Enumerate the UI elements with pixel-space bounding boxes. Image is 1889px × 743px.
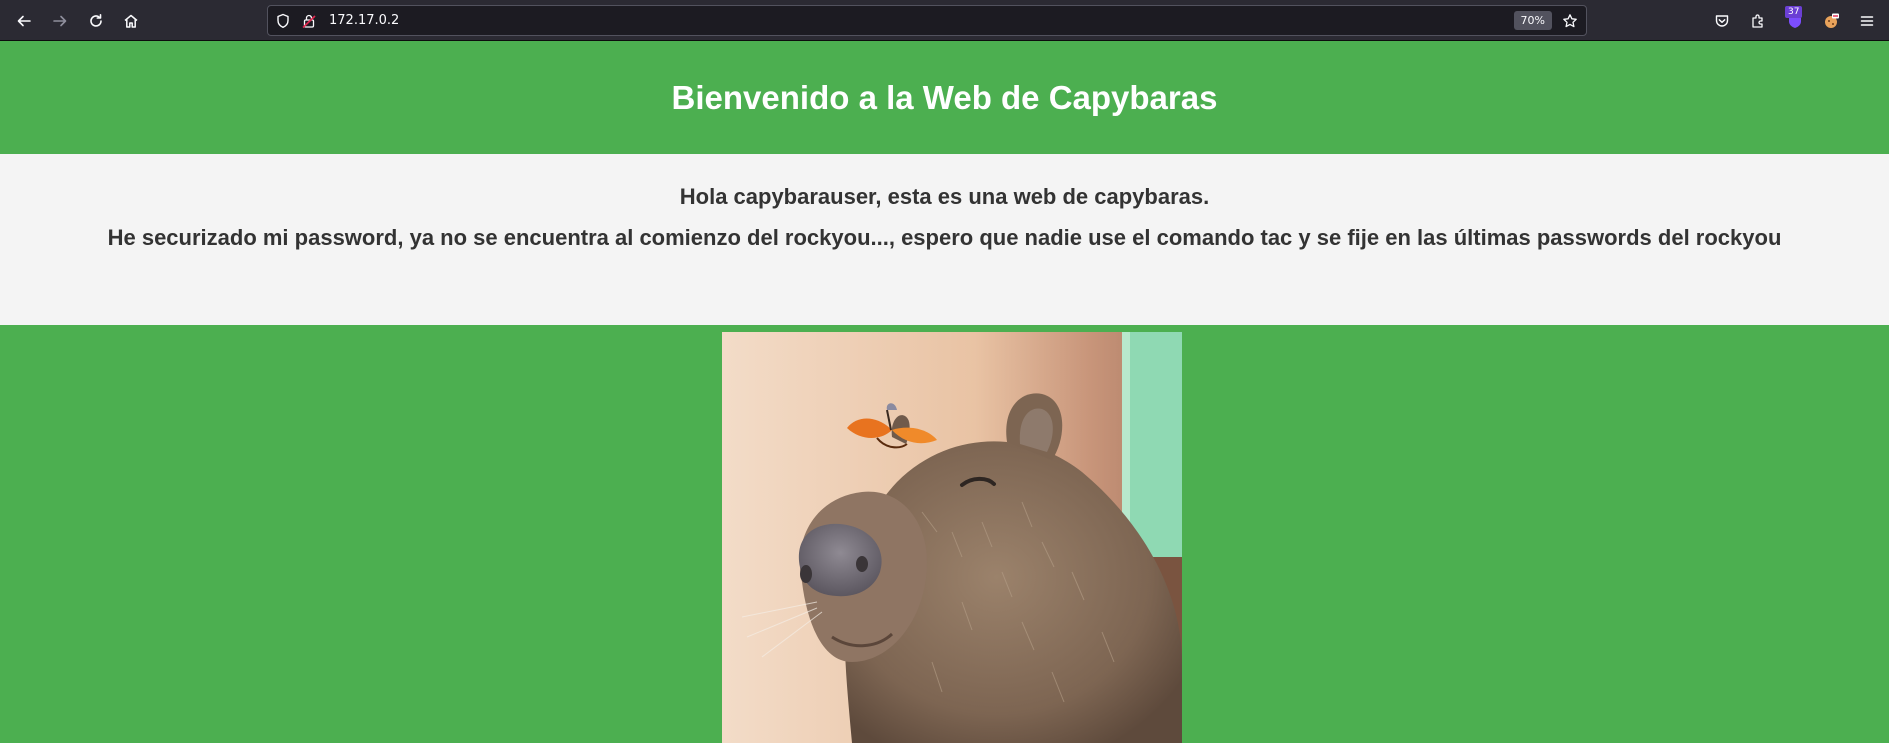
browser-toolbar: 172.17.0.2 70% 37 <box>0 0 1889 41</box>
zoom-level-button[interactable]: 70% <box>1513 11 1552 30</box>
arrow-right-icon <box>53 15 67 27</box>
hamburger-menu-icon <box>1860 16 1874 26</box>
cookie-extension-icon <box>1825 13 1839 28</box>
arrow-left-icon <box>17 15 31 27</box>
page-header: Bienvenido a la Web de Capybaras <box>0 41 1889 154</box>
extensions-button[interactable] <box>1745 8 1771 34</box>
capybara-photo <box>722 332 1182 743</box>
pocket-icon <box>1715 15 1729 27</box>
image-section <box>0 325 1889 743</box>
home-button[interactable] <box>118 8 144 34</box>
message-section: Hola capybarauser, esta es una web de ca… <box>0 154 1889 325</box>
page-title: Bienvenido a la Web de Capybaras <box>671 78 1218 116</box>
cookie-extension-button[interactable] <box>1818 8 1844 34</box>
home-icon <box>124 14 138 28</box>
reload-button[interactable] <box>83 8 109 34</box>
puzzle-icon <box>1752 14 1763 28</box>
greeting-text: Hola capybarauser, esta es una web de ca… <box>679 184 1210 209</box>
capybara-with-butterfly-image <box>722 332 1182 743</box>
address-bar[interactable]: 172.17.0.2 70% <box>267 5 1587 36</box>
back-button[interactable] <box>11 8 37 34</box>
app-menu-button[interactable] <box>1854 8 1880 34</box>
pocket-button[interactable] <box>1709 8 1735 34</box>
password-hint-text: He securizado mi password, ya no se encu… <box>107 225 1782 250</box>
shield-icon[interactable] <box>275 13 291 29</box>
insecure-lock-icon[interactable] <box>301 13 317 29</box>
star-icon[interactable] <box>1562 13 1578 29</box>
extension-badge-count: 37 <box>1785 6 1803 18</box>
reload-icon <box>90 14 102 27</box>
forward-button[interactable] <box>47 8 73 34</box>
url-text[interactable]: 172.17.0.2 <box>329 13 399 28</box>
